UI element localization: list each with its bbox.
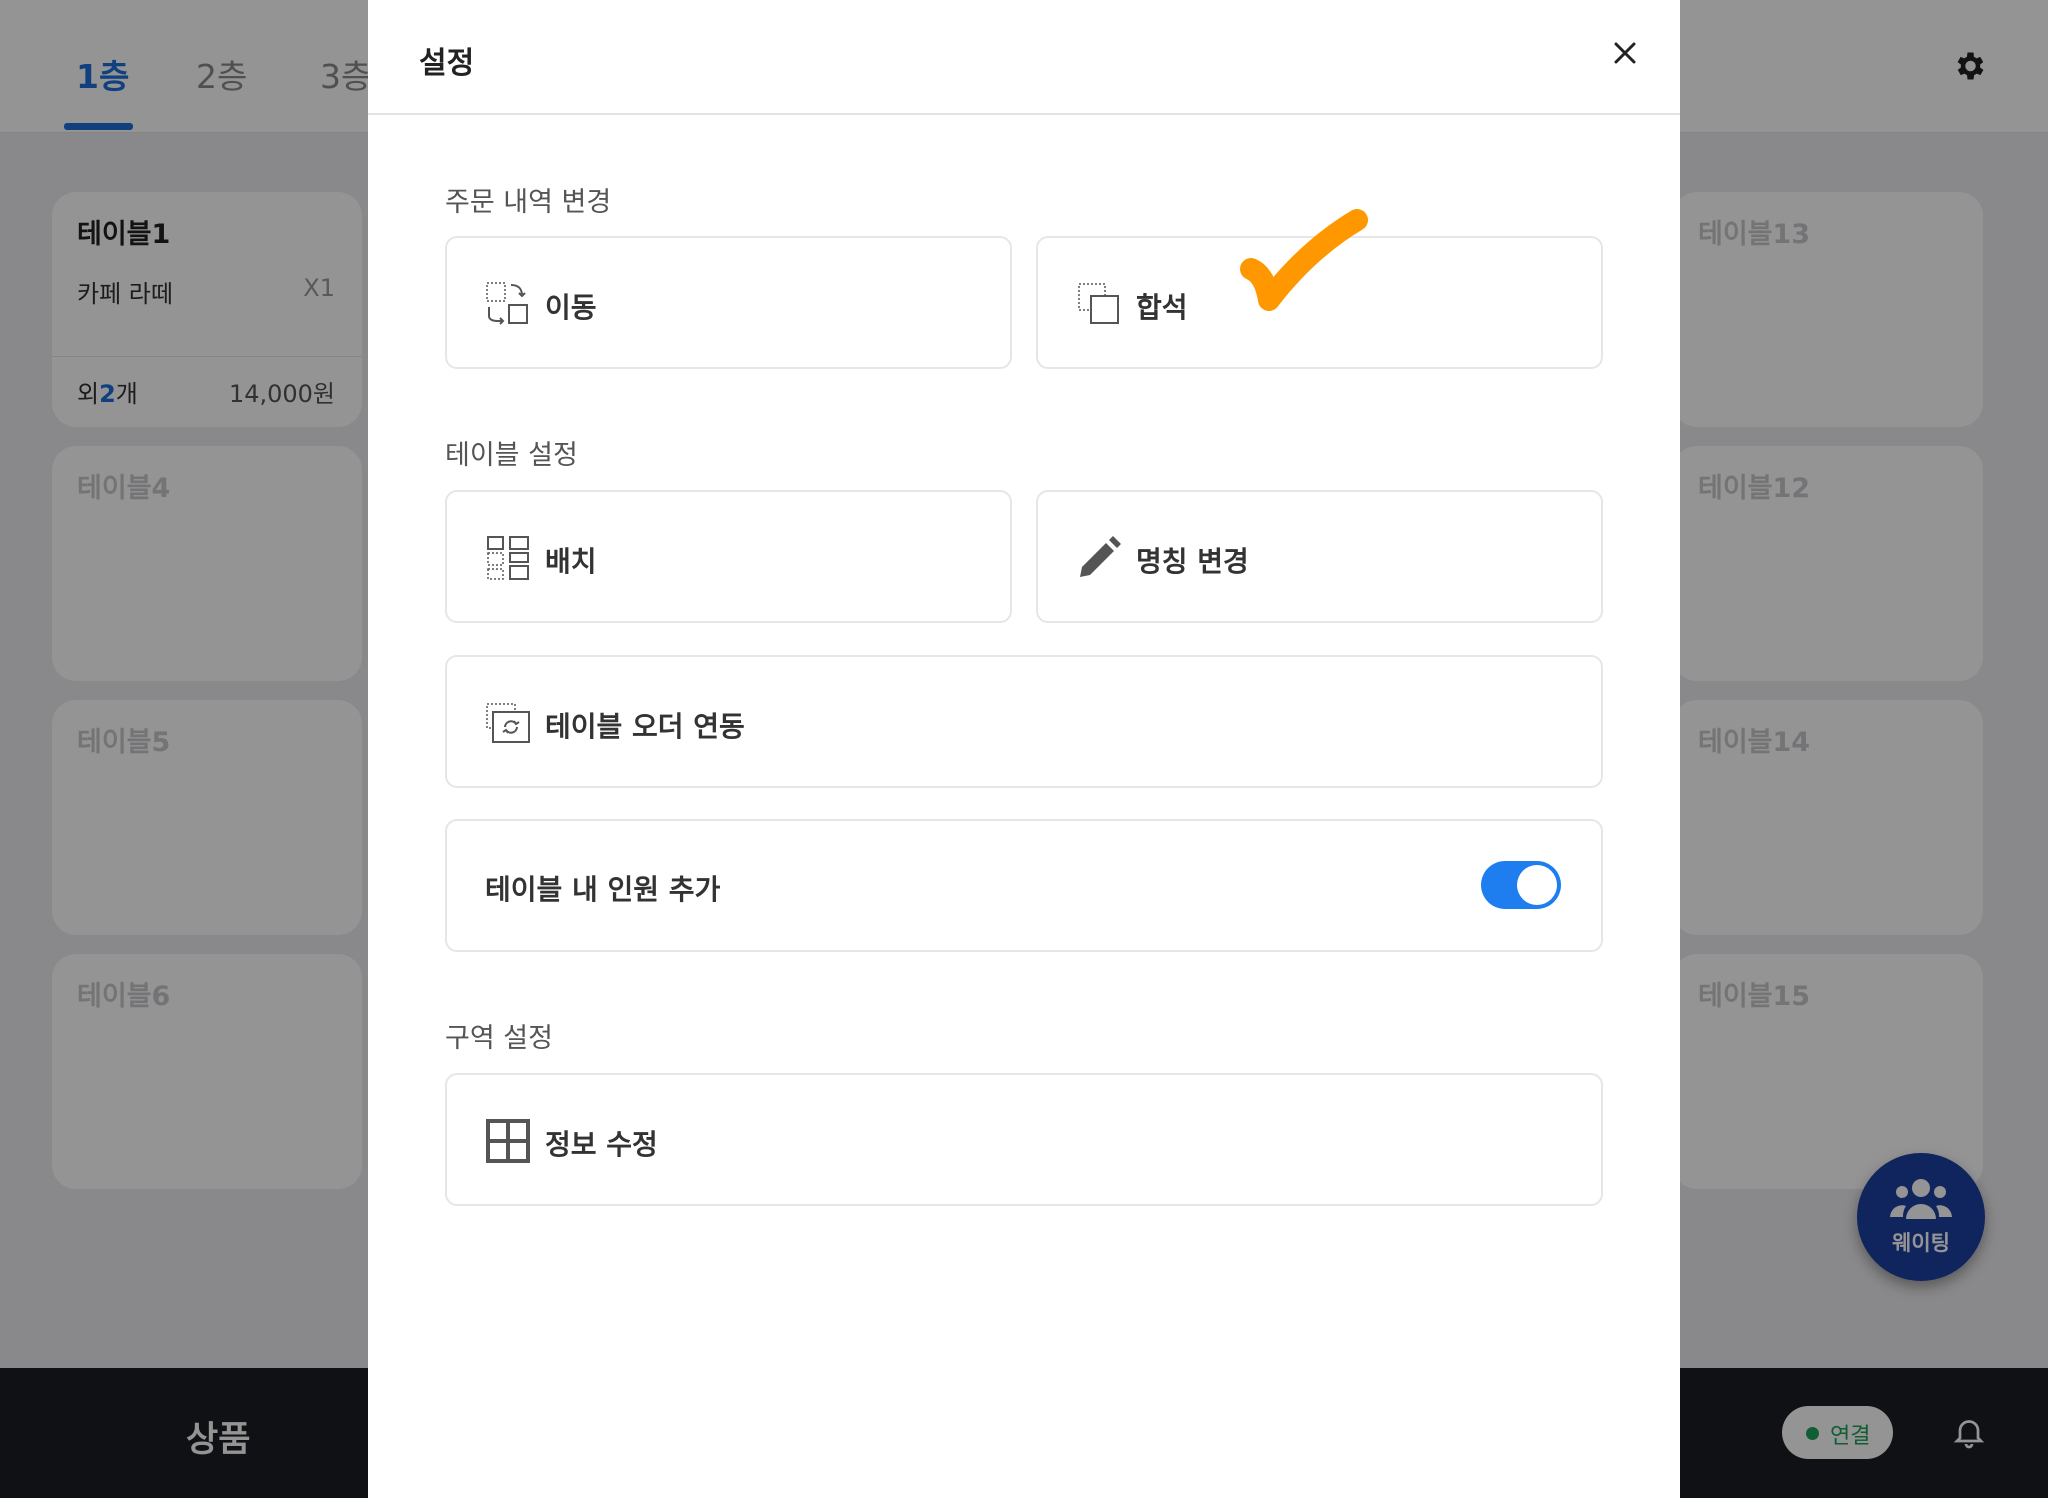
rename-label: 명칭 변경 bbox=[1136, 545, 1249, 578]
table-order-link-button[interactable]: 테이블 오더 연동 bbox=[445, 655, 1603, 788]
section-order-change: 주문 내역 변경 bbox=[445, 187, 612, 218]
move-icon bbox=[486, 282, 528, 325]
modal-header: 설정 bbox=[368, 0, 1680, 115]
settings-modal: 설정 주문 내역 변경 이동 합석 테이블 설정 배치 명칭 변경 테이블 오더… bbox=[368, 0, 1680, 1498]
table-order-link-label: 테이블 오더 연동 bbox=[545, 710, 745, 743]
sync-icon bbox=[486, 703, 530, 743]
edit-info-button[interactable]: 정보 수정 bbox=[445, 1073, 1603, 1206]
grid-icon bbox=[486, 1119, 530, 1163]
rename-button[interactable]: 명칭 변경 bbox=[1036, 490, 1603, 623]
add-guests-toggle[interactable] bbox=[1481, 861, 1561, 909]
section-zone-settings: 구역 설정 bbox=[445, 1023, 553, 1054]
toggle-knob bbox=[1517, 865, 1557, 905]
merge-label: 합석 bbox=[1136, 291, 1188, 324]
layout-grid-icon bbox=[487, 536, 529, 580]
checkmark-icon bbox=[1240, 209, 1368, 311]
move-label: 이동 bbox=[545, 291, 597, 324]
close-icon[interactable] bbox=[1614, 42, 1636, 64]
layout-label: 배치 bbox=[545, 545, 597, 578]
layout-button[interactable]: 배치 bbox=[445, 490, 1012, 623]
merge-icon bbox=[1078, 283, 1119, 324]
modal-title: 설정 bbox=[419, 46, 475, 81]
move-button[interactable]: 이동 bbox=[445, 236, 1012, 369]
pencil-icon bbox=[1080, 536, 1121, 577]
edit-info-label: 정보 수정 bbox=[545, 1128, 658, 1161]
section-table-settings: 테이블 설정 bbox=[445, 440, 578, 471]
add-guests-label: 테이블 내 인원 추가 bbox=[485, 873, 721, 906]
